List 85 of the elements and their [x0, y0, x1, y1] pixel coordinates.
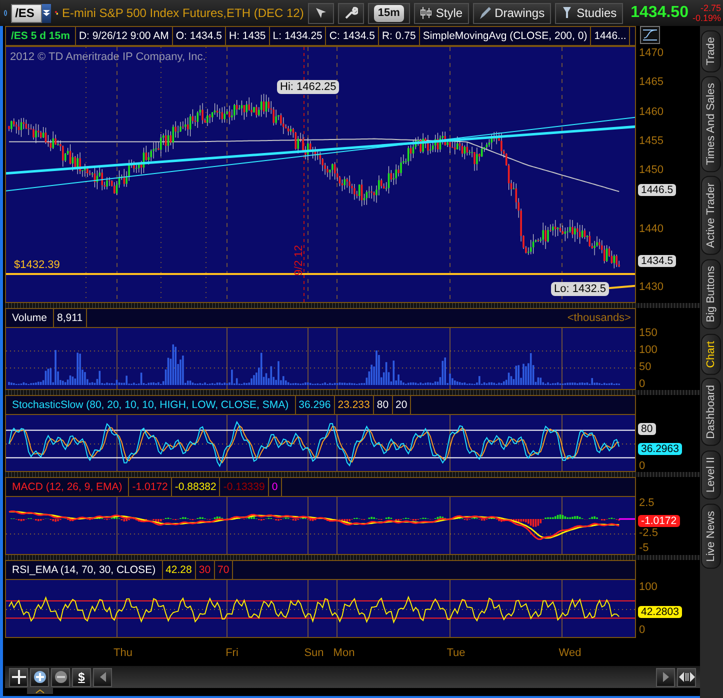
axis-label: 1455	[639, 134, 664, 147]
info-cell: R: 0.75	[378, 27, 420, 45]
axis-label: 150	[639, 327, 658, 339]
axis-label: 1470	[639, 47, 664, 59]
side-tab[interactable]: Active Trader	[701, 176, 721, 256]
scroll-right-button[interactable]	[656, 668, 675, 686]
crosshair-icon	[12, 670, 26, 684]
side-tab[interactable]: Live News	[701, 504, 721, 568]
info-cell: H: 1435	[226, 27, 270, 45]
axis-label: 100	[639, 344, 658, 356]
value-badge: 42.2803	[638, 606, 682, 618]
axis-label: 1460	[639, 106, 664, 118]
time-axis-label: Tue	[446, 647, 466, 659]
left-arrow-icon	[100, 672, 106, 682]
zero-line	[619, 518, 635, 520]
info-cell: O: 1434.5	[172, 27, 226, 45]
instrument-title: E-mini S&P 500 Index Futures,ETH (DEC 12)	[62, 6, 304, 20]
study-curve-icon[interactable]	[640, 26, 660, 44]
timeframe-button[interactable]: 15m	[368, 2, 410, 24]
scroll-left-button[interactable]	[93, 668, 112, 686]
time-axis-label: Mon	[333, 647, 355, 659]
axis-label: 0	[639, 378, 646, 390]
alert-price-label: $1432.39	[14, 259, 60, 272]
info-cell: SimpleMovingAvg (CLOSE, 200, 0)	[420, 27, 592, 45]
drawing-tool-button[interactable]	[308, 2, 334, 24]
axis-label: 1450	[639, 164, 664, 176]
info-cell: C: 1434.5	[326, 27, 379, 45]
toolbar-button[interactable]: Style	[414, 2, 469, 24]
side-tab[interactable]: Times And Sales	[701, 76, 721, 172]
settings-button[interactable]	[338, 2, 364, 24]
axis-label: -2.5	[639, 527, 658, 539]
low-label: Lo: 1432.5	[551, 282, 609, 296]
value-badge: 80	[638, 423, 656, 436]
price-badge: 1446.5	[638, 184, 676, 196]
pencil-icon	[478, 6, 491, 20]
percent-change: -0.19%	[692, 13, 721, 23]
units-label: <thousands>	[567, 312, 632, 324]
price-change: -2.75	[699, 3, 721, 13]
zoom-out-button[interactable]	[51, 668, 70, 686]
axis-label: 0	[639, 460, 646, 472]
high-label: Hi: 1462.25	[277, 80, 340, 94]
axis-label: 1465	[639, 76, 664, 88]
time-axis-label: Sun	[304, 647, 324, 659]
double-arrow-icon	[678, 671, 694, 683]
axis-label: 50	[639, 361, 652, 373]
expand-button[interactable]	[677, 668, 696, 686]
price-badge: 1434.5	[638, 254, 676, 267]
toolbar-button[interactable]: Studies	[554, 2, 623, 24]
time-axis-label: Fri	[226, 647, 238, 659]
side-tab[interactable]: Big Buttons	[701, 259, 721, 330]
currency-button[interactable]: $	[72, 668, 91, 686]
date-marker-label: 9/2 12	[293, 245, 305, 276]
axis-label: 0	[639, 624, 646, 636]
info-cell: L: 1434.25	[270, 27, 326, 45]
axis-label: 1440	[639, 222, 664, 234]
axis-label: -5	[639, 542, 649, 554]
time-axis-label: Thu	[114, 647, 132, 659]
pointer-icon	[314, 6, 328, 20]
zoom-out-icon	[54, 670, 68, 684]
value-badge: 36.2963	[638, 443, 682, 456]
side-tab[interactable]: Level II	[701, 450, 721, 500]
info-cell: /ES 5 d 15m	[6, 27, 76, 45]
time-axis-label: Wed	[558, 647, 582, 659]
axis-label: 2.5	[639, 497, 654, 509]
right-arrow-icon	[662, 672, 668, 682]
copyright-text: 2012 © TD Ameritrade IP Company, Inc.	[10, 51, 206, 63]
last-price: 1434.50	[630, 4, 688, 22]
link-dot-icon[interactable]	[4, 10, 8, 16]
value-badge: -1.0172	[638, 515, 680, 528]
symbol-field[interactable]: /ES	[11, 4, 42, 22]
side-tab[interactable]: Trade	[701, 30, 721, 72]
wrench-icon	[344, 6, 358, 20]
zoom-in-icon	[32, 670, 46, 684]
info-cell: D: 9/26/12 9:00 AM	[76, 27, 173, 45]
side-tab[interactable]: Chart	[701, 334, 721, 374]
zoom-in-button[interactable]	[30, 668, 49, 686]
info-cell: 1446...	[591, 27, 630, 45]
crosshair-button[interactable]	[9, 668, 28, 686]
side-tab[interactable]: Dashboard	[701, 378, 721, 446]
axis-label: 1430	[639, 281, 664, 293]
chevron-up-icon[interactable]	[27, 688, 53, 694]
candle-icon	[420, 6, 432, 20]
axis-label: 100	[639, 581, 658, 593]
toolbar-button[interactable]: Drawings	[472, 2, 551, 24]
caret-icon	[42, 9, 51, 17]
